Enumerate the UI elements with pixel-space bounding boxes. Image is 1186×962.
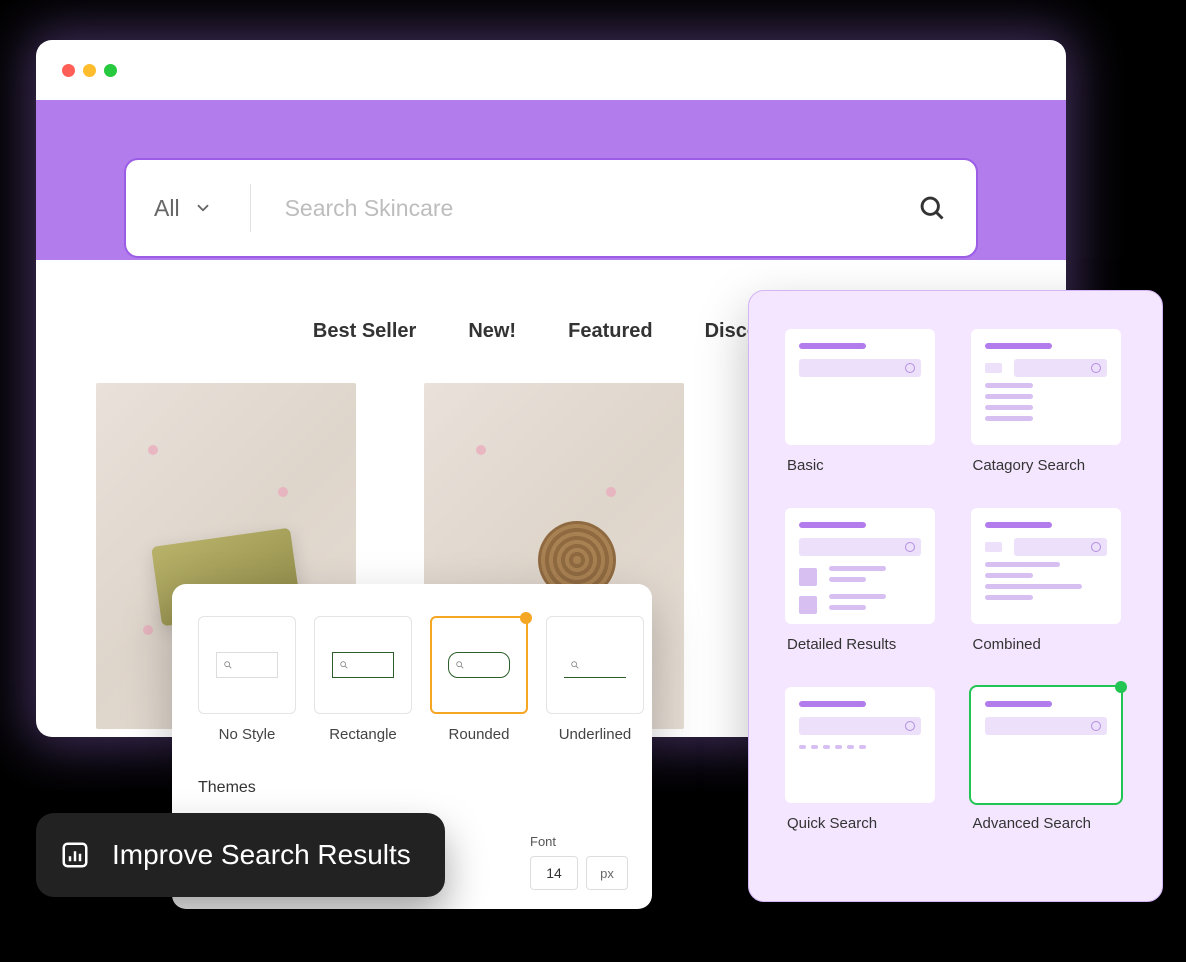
search-filter-label: All [154,195,180,222]
improve-search-results-button[interactable]: Improve Search Results [36,813,445,897]
style-option-rectangle[interactable] [314,616,412,714]
style-option-label: Rounded [430,726,528,743]
bar-chart-icon [60,840,90,870]
style-option-label: No Style [198,726,296,743]
hero-banner: All [36,100,1066,260]
search-input[interactable] [251,195,918,222]
template-label: Catagory Search [973,457,1127,474]
template-quick-search[interactable] [785,687,935,803]
search-filter-dropdown[interactable]: All [154,195,250,222]
close-icon[interactable] [62,64,75,77]
style-option-underlined[interactable] [546,616,644,714]
layout-templates-panel: Basic Catagory Search Detailed Results [748,290,1163,902]
themes-heading: Themes [198,779,626,797]
template-label: Advanced Search [973,815,1127,832]
template-label: Basic [787,457,941,474]
style-option-label: Underlined [546,726,644,743]
template-label: Quick Search [787,815,941,832]
improve-button-label: Improve Search Results [112,839,411,871]
search-icon[interactable] [918,194,946,222]
template-basic[interactable] [785,329,935,445]
style-option-label: Rectangle [314,726,412,743]
template-category-search[interactable] [971,329,1121,445]
selected-indicator-icon [1115,681,1127,693]
template-combined[interactable] [971,508,1121,624]
template-detailed-results[interactable] [785,508,935,624]
font-unit-select[interactable]: px [586,856,628,890]
nav-tab-featured[interactable]: Featured [568,320,652,343]
style-option-no-style[interactable] [198,616,296,714]
font-label: Font [530,834,556,849]
selected-indicator-icon [520,612,532,624]
search-bar: All [124,158,978,258]
template-label: Combined [973,636,1127,653]
nav-tab-new[interactable]: New! [468,320,516,343]
font-size-input[interactable]: 14 [530,856,578,890]
maximize-icon[interactable] [104,64,117,77]
minimize-icon[interactable] [83,64,96,77]
template-advanced-search[interactable] [971,687,1121,803]
chevron-down-icon [194,199,212,217]
template-label: Detailed Results [787,636,941,653]
nav-tab-best-seller[interactable]: Best Seller [313,320,416,343]
window-titlebar [36,40,1066,100]
style-option-rounded[interactable] [430,616,528,714]
